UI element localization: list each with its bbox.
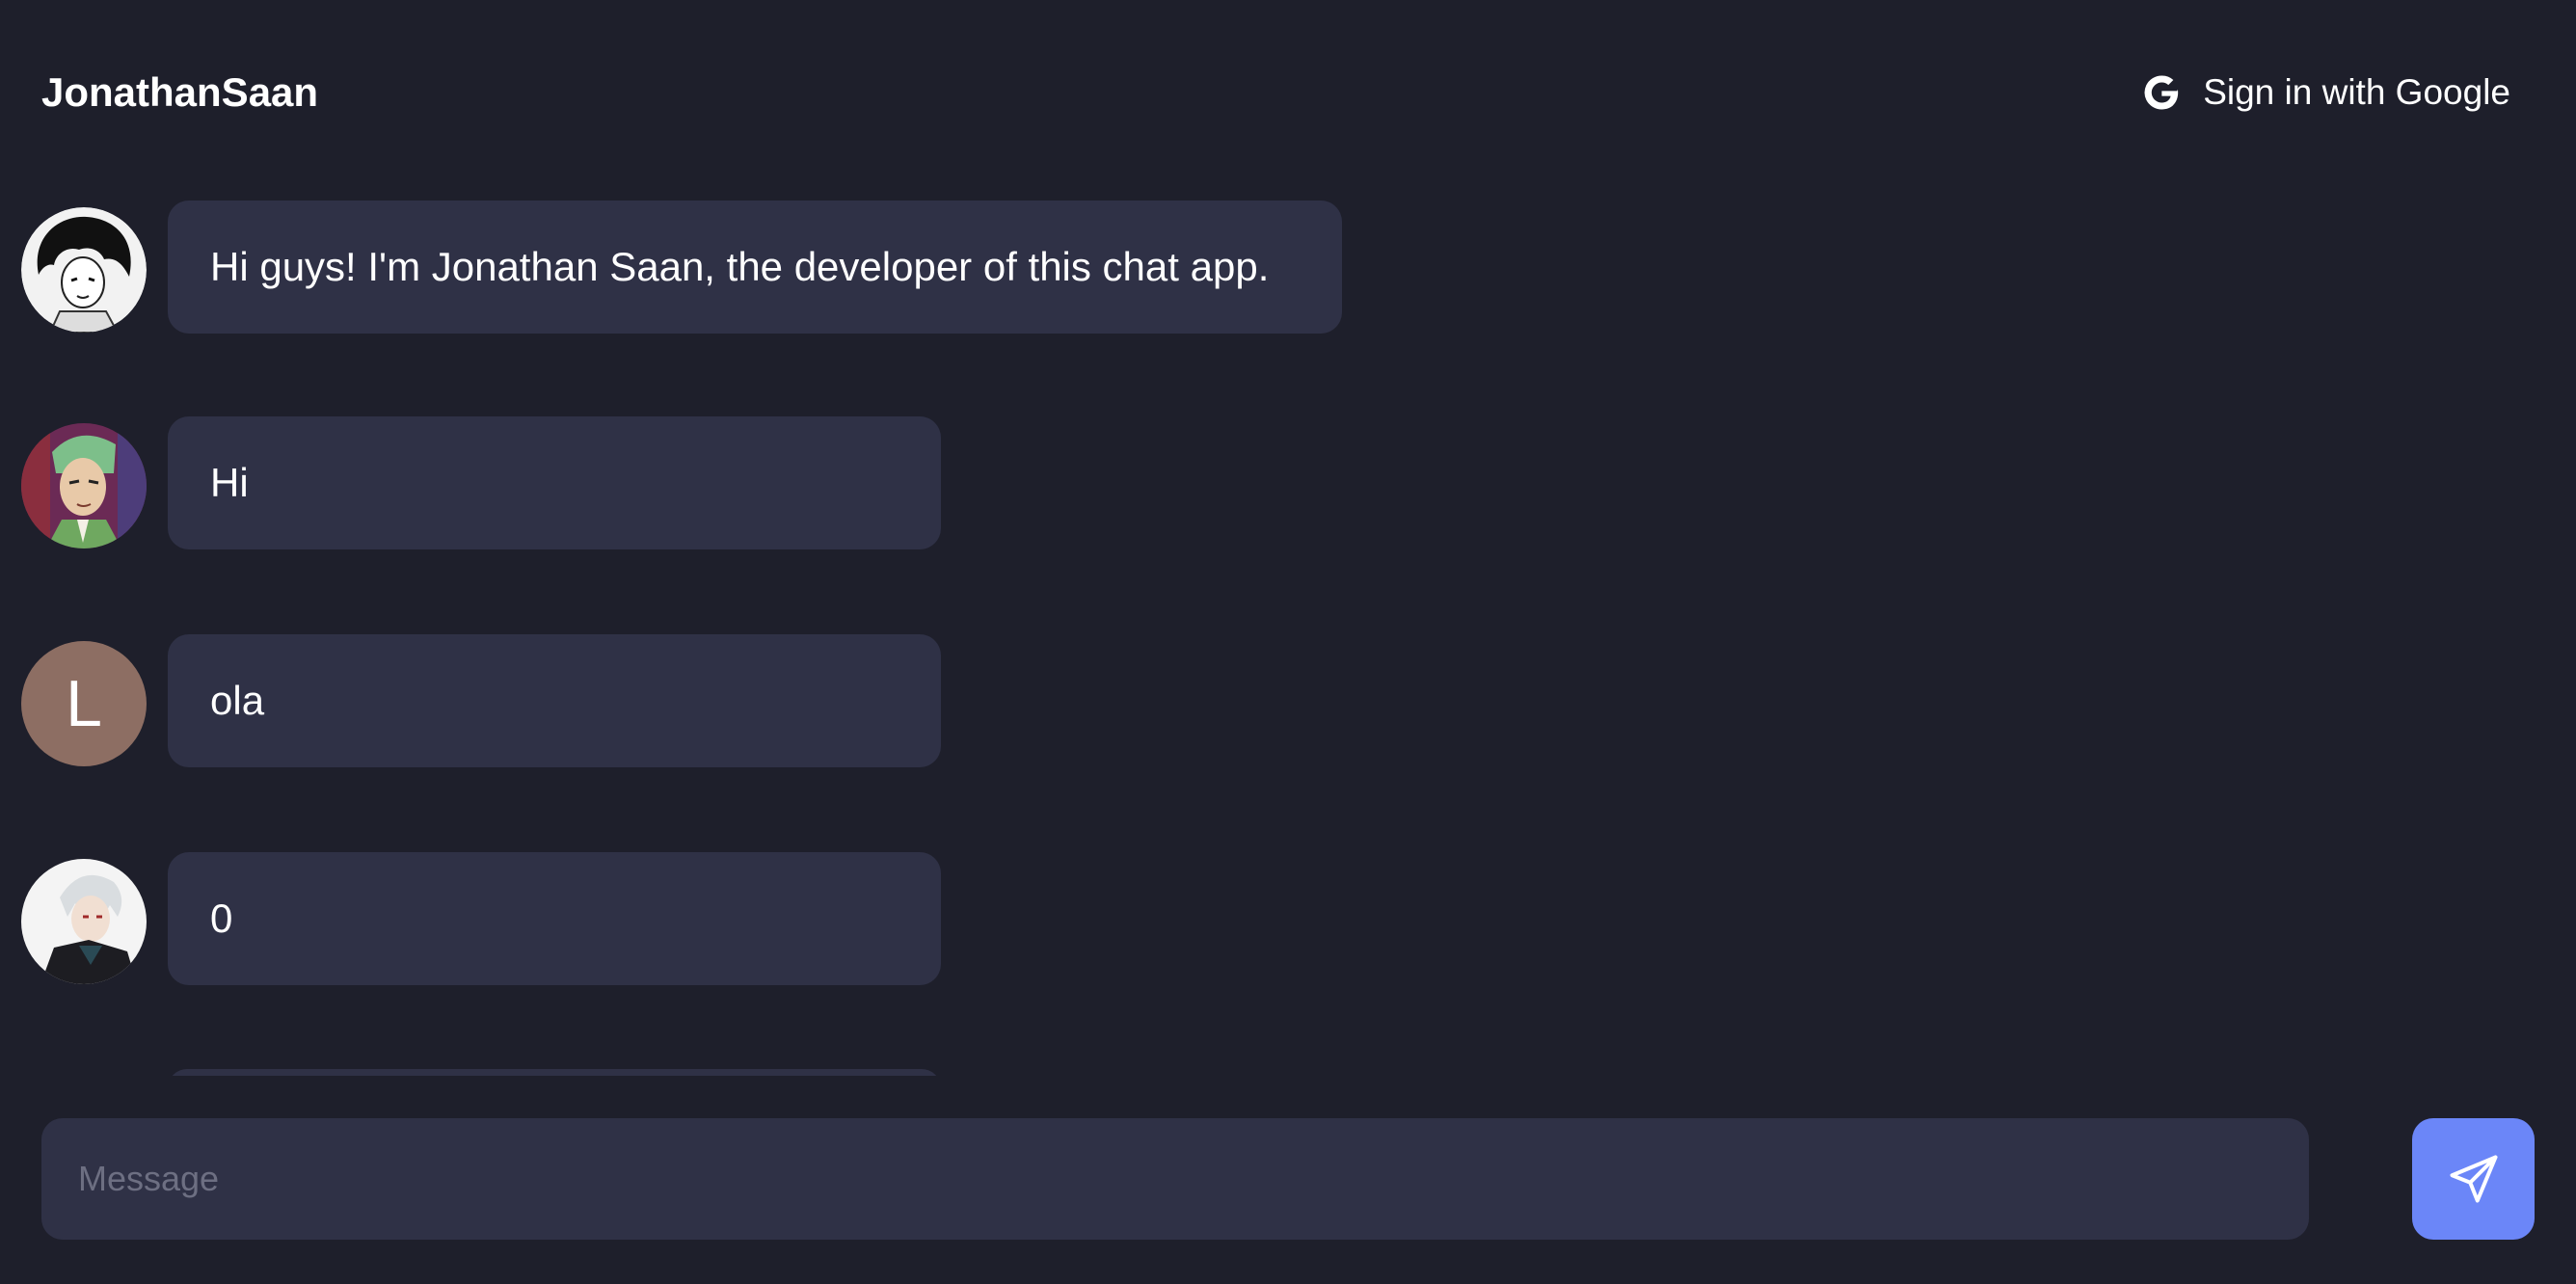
message-bubble: Hi guys! I'm Jonathan Saan, the develope…	[168, 201, 1342, 334]
composer	[0, 1076, 2576, 1284]
app-title: JonathanSaan	[41, 69, 319, 115]
user-avatar	[21, 859, 147, 984]
message-text: ola	[210, 678, 265, 723]
chat-app: JonathanSaan Sign in with Google Hi guys…	[0, 0, 2576, 1284]
header: JonathanSaan Sign in with Google	[0, 0, 2576, 185]
message-bubble-partial	[168, 1069, 941, 1076]
message-text: 0	[210, 896, 233, 941]
sign-in-google-button[interactable]: Sign in with Google	[2141, 62, 2510, 123]
message-bubble: 0	[168, 852, 941, 985]
user-avatar: L	[21, 641, 147, 766]
message-input[interactable]	[41, 1118, 2309, 1240]
message-bubble: ola	[168, 634, 941, 767]
user-avatar	[21, 207, 147, 333]
send-button[interactable]	[2412, 1118, 2535, 1240]
message-item: L ola	[0, 634, 1446, 767]
sign-in-label: Sign in with Google	[2203, 72, 2510, 112]
message-bubble: Hi	[168, 416, 941, 549]
message-item: Hi	[0, 416, 1446, 549]
message-item: 0	[0, 852, 1446, 985]
message-list[interactable]: Hi guys! I'm Jonathan Saan, the develope…	[0, 185, 2576, 1076]
google-icon	[2144, 75, 2179, 110]
message-text: Hi	[210, 460, 249, 505]
message-item: Hi guys! I'm Jonathan Saan, the develope…	[0, 201, 1446, 334]
send-icon	[2450, 1155, 2497, 1203]
message-text: Hi guys! I'm Jonathan Saan, the develope…	[210, 244, 1270, 289]
user-avatar	[21, 423, 147, 548]
